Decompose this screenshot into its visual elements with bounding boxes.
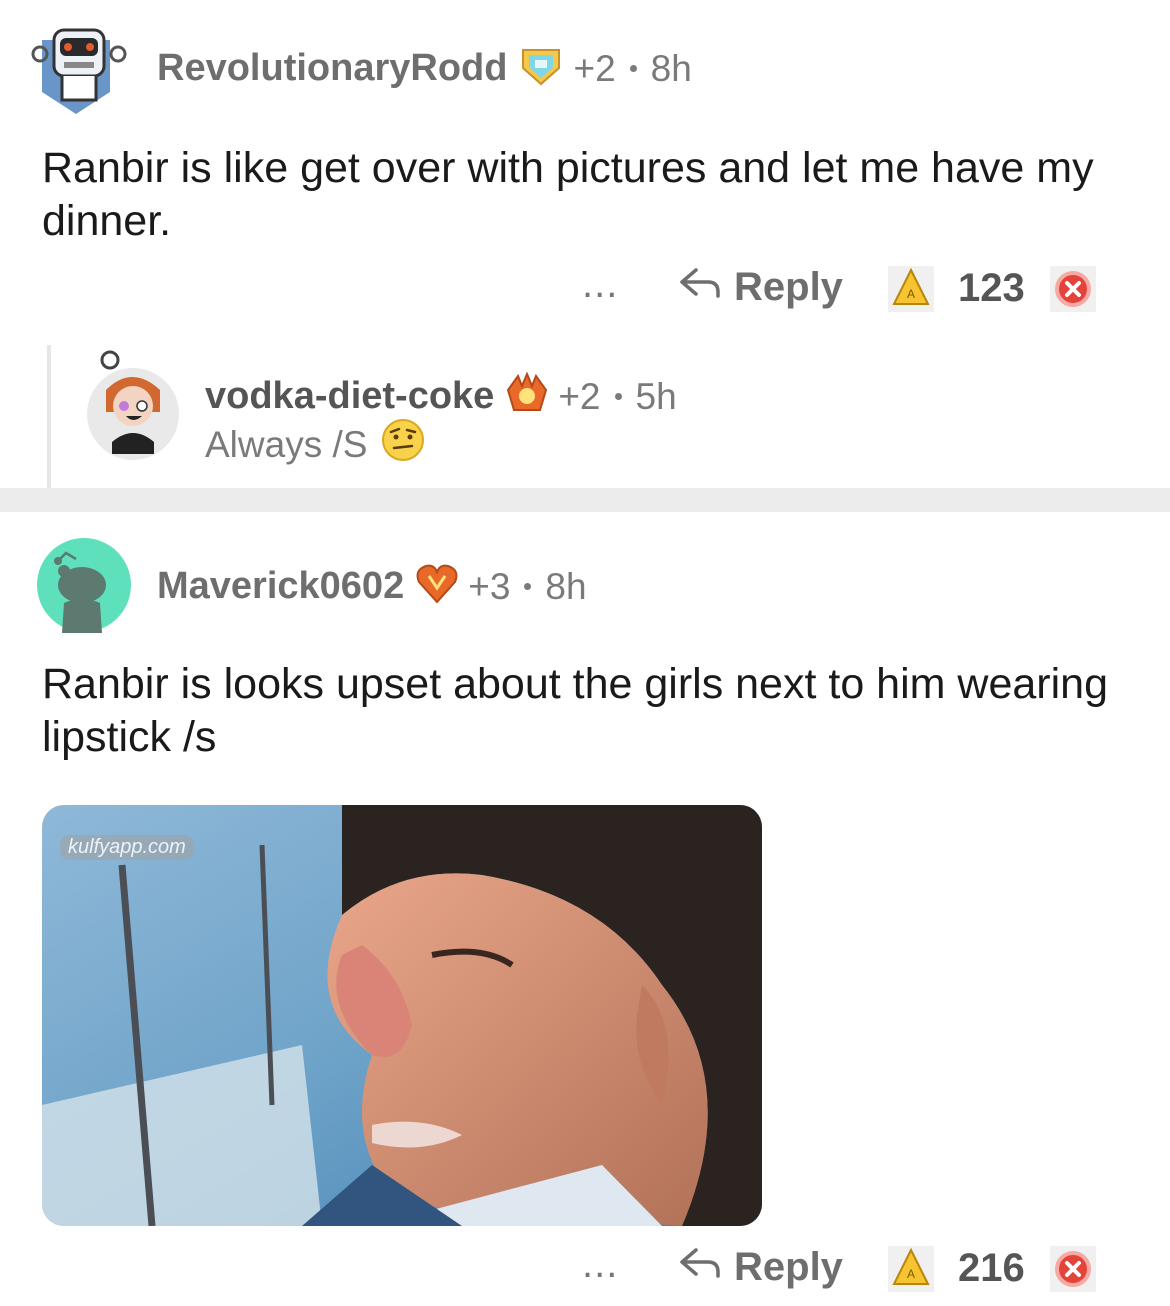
comment-actions: ... Reply A 123 <box>0 262 1170 322</box>
raised-eyebrow-emoji-icon <box>381 418 425 471</box>
vote-score: 123 <box>958 266 1025 310</box>
comment-body: Ranbir is looks upset about the girls ne… <box>42 660 1108 761</box>
reply-flair-text: Always /S <box>205 423 368 465</box>
upvote-icon[interactable]: A <box>886 1244 936 1299</box>
thread-line[interactable] <box>47 345 51 488</box>
reply-button[interactable]: Reply <box>676 1242 843 1292</box>
timestamp: 8h <box>545 565 587 607</box>
downvote-icon[interactable] <box>1048 1244 1098 1299</box>
reply-username[interactable]: vodka-diet-coke <box>205 375 494 418</box>
more-options-button[interactable]: ... <box>582 262 618 307</box>
robot-avatar[interactable] <box>24 14 128 123</box>
award-count: +3 <box>468 565 511 607</box>
snoo-avatar[interactable] <box>36 537 132 638</box>
shield-award-icon[interactable] <box>517 46 565 91</box>
comment-body: Ranbir is like get over with pictures an… <box>42 144 1094 245</box>
reply-arrow-icon <box>676 262 724 312</box>
award-count: +2 <box>573 47 616 89</box>
comment-revolutionaryrodd: RevolutionaryRodd +2 8h Ranbir is like g… <box>0 0 1170 488</box>
reply-label: Reply <box>734 264 843 309</box>
username[interactable]: Maverick0602 <box>157 565 404 608</box>
comment-maverick0602: Maverick0602 +3 8h Ranbir is looks upset… <box>0 512 1170 1306</box>
comment-divider <box>0 488 1170 512</box>
reply-arrow-icon <box>676 1242 724 1292</box>
downvote-icon[interactable] <box>1048 264 1098 319</box>
timestamp: 8h <box>650 47 692 89</box>
separator-dot <box>629 65 637 72</box>
separator-dot <box>524 583 532 590</box>
reply-timestamp: 5h <box>635 375 677 417</box>
reply-award-count: +2 <box>558 375 601 417</box>
image-watermark: kulfyapp.com <box>60 835 194 860</box>
username[interactable]: RevolutionaryRodd <box>157 47 507 90</box>
vote-score: 216 <box>958 1246 1025 1290</box>
upvote-icon[interactable]: A <box>886 264 936 319</box>
more-options-button[interactable]: ... <box>582 1242 618 1287</box>
gif-image-crying-man[interactable]: kulfyapp.com <box>42 805 762 1226</box>
svg-text:A: A <box>907 1267 915 1281</box>
reply-avatar[interactable] <box>84 350 182 465</box>
fire-award-icon[interactable] <box>504 371 550 421</box>
svg-text:A: A <box>907 287 915 301</box>
heart-award-icon[interactable] <box>414 562 460 611</box>
reply-button[interactable]: Reply <box>676 262 843 312</box>
reply-label: Reply <box>734 1244 843 1289</box>
separator-dot <box>614 393 622 400</box>
comment-actions: ... Reply A 216 <box>0 1242 1170 1302</box>
